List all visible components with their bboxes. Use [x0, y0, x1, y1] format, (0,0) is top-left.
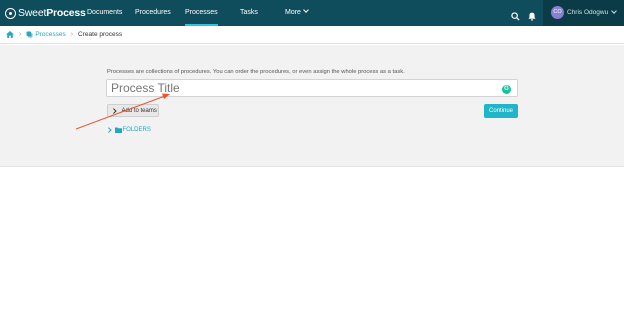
chevron-down-icon — [303, 7, 309, 13]
breadcrumb-current: Create process — [78, 31, 123, 38]
folders-toggle[interactable]: FOLDERS — [106, 127, 151, 133]
avatar: CO — [551, 6, 564, 19]
bell-icon[interactable] — [528, 8, 536, 26]
grammarly-icon[interactable]: G — [502, 85, 511, 94]
logo-icon — [5, 7, 16, 19]
add-to-teams-label: Add to teams — [121, 107, 157, 114]
create-process-panel: Processes are collections of procedures.… — [0, 45, 624, 167]
nav-more-label: More — [285, 9, 301, 16]
add-to-teams-button[interactable]: Add to teams — [107, 104, 159, 117]
nav-tasks[interactable]: Tasks — [240, 0, 258, 26]
nav-documents[interactable]: Documents — [87, 0, 122, 26]
nav-more[interactable]: More — [285, 0, 309, 26]
processes-icon — [26, 31, 33, 38]
sweetprocess-logo[interactable]: SweetProcess — [5, 5, 86, 21]
search-icon[interactable] — [511, 8, 520, 26]
process-title-input[interactable] — [106, 79, 518, 97]
chevron-down-icon — [611, 8, 617, 14]
chevron-right-icon — [106, 127, 112, 133]
breadcrumb-processes-label: Processes — [35, 31, 66, 38]
continue-button[interactable]: Continue — [484, 104, 518, 118]
home-icon[interactable] — [6, 31, 14, 38]
process-description: Processes are collections of procedures.… — [107, 69, 405, 75]
user-name: Chris Odogwu — [567, 9, 609, 16]
breadcrumb-separator: › — [19, 31, 22, 38]
logo-text-light: Sweet — [18, 7, 47, 19]
logo-text-bold: Process — [46, 7, 86, 19]
folders-label: FOLDERS — [122, 127, 151, 133]
nav-procedures[interactable]: Procedures — [135, 0, 171, 26]
nav-processes[interactable]: Processes — [185, 0, 218, 26]
folder-icon — [114, 127, 122, 133]
breadcrumb-separator: › — [70, 31, 74, 38]
breadcrumb-processes[interactable]: Processes — [26, 31, 66, 38]
top-navigation-bar: SweetProcess Documents Procedures Proces… — [0, 0, 624, 26]
user-menu[interactable]: CO Chris Odogwu — [543, 0, 624, 26]
chevron-right-icon — [111, 108, 117, 113]
breadcrumb: › Processes › Create process — [0, 26, 624, 44]
